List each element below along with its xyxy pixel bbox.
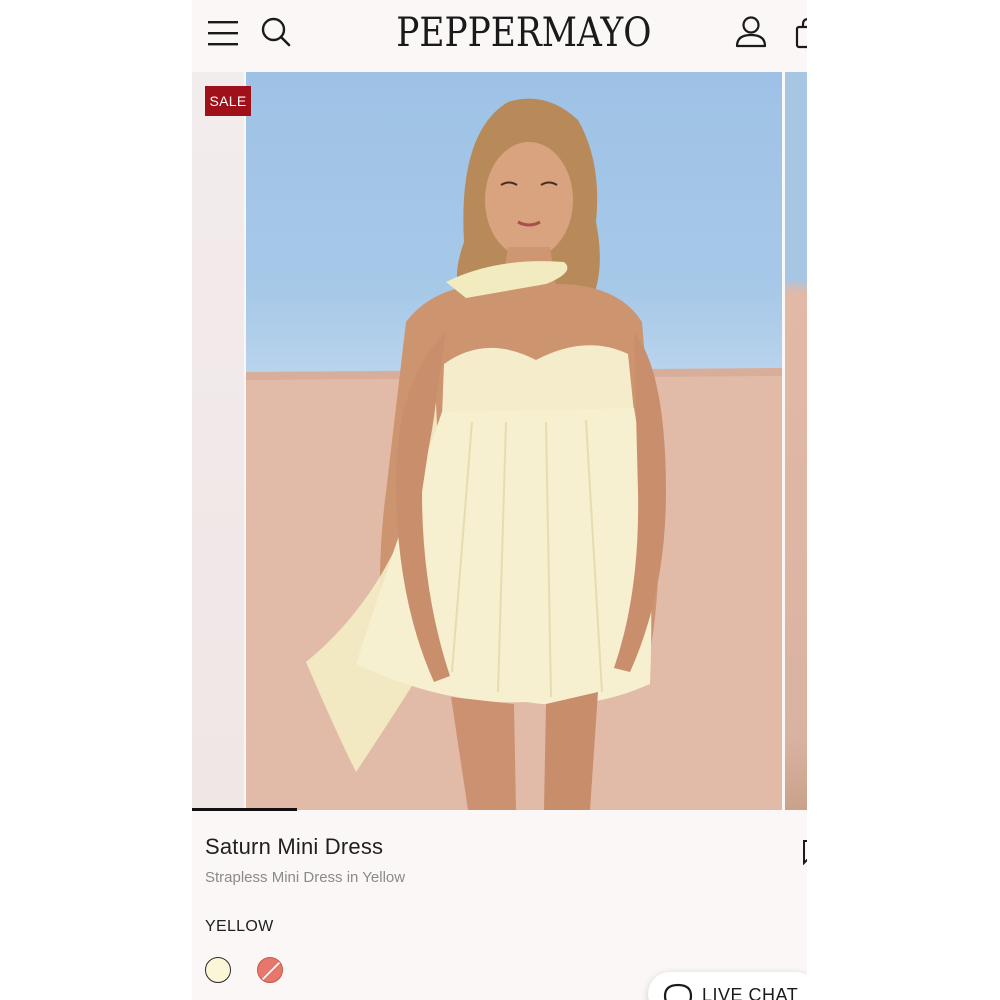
shopping-bag-icon[interactable] [794, 16, 807, 50]
site-header: PEPPERMAYO [192, 0, 807, 72]
unavailable-slash-icon [261, 961, 281, 981]
sale-badge: SALE [205, 86, 251, 116]
product-main-image[interactable] [246, 72, 782, 810]
live-chat-label: LIVE CHAT [702, 985, 799, 1000]
next-slide-image[interactable] [785, 72, 807, 810]
product-photo [246, 98, 782, 810]
product-subtitle: Strapless Mini Dress in Yellow [205, 869, 406, 886]
previous-slide-image[interactable] [192, 72, 244, 810]
selected-color-label: YELLOW [205, 918, 274, 935]
gallery-progress-bar [192, 808, 807, 811]
account-icon[interactable] [734, 15, 768, 49]
wishlist-icon[interactable] [802, 839, 807, 865]
live-chat-button[interactable]: LIVE CHAT [648, 972, 807, 1000]
product-page: PEPPERMAYO SALE Saturn Mini Dress Strapl… [192, 0, 807, 1000]
brand-logo[interactable]: PEPPERMAYO [396, 8, 651, 58]
product-info: Saturn Mini Dress Strapless Mini Dress i… [192, 812, 807, 1000]
product-image-gallery[interactable]: SALE [192, 72, 807, 812]
product-title: Saturn Mini Dress [205, 834, 384, 859]
color-swatch-yellow[interactable] [205, 957, 231, 983]
color-swatch-coral[interactable] [257, 957, 283, 983]
search-icon[interactable] [260, 16, 292, 48]
gallery-progress-fill [192, 808, 297, 811]
hamburger-menu-icon[interactable] [207, 18, 239, 48]
chat-bubble-icon [663, 983, 693, 1000]
